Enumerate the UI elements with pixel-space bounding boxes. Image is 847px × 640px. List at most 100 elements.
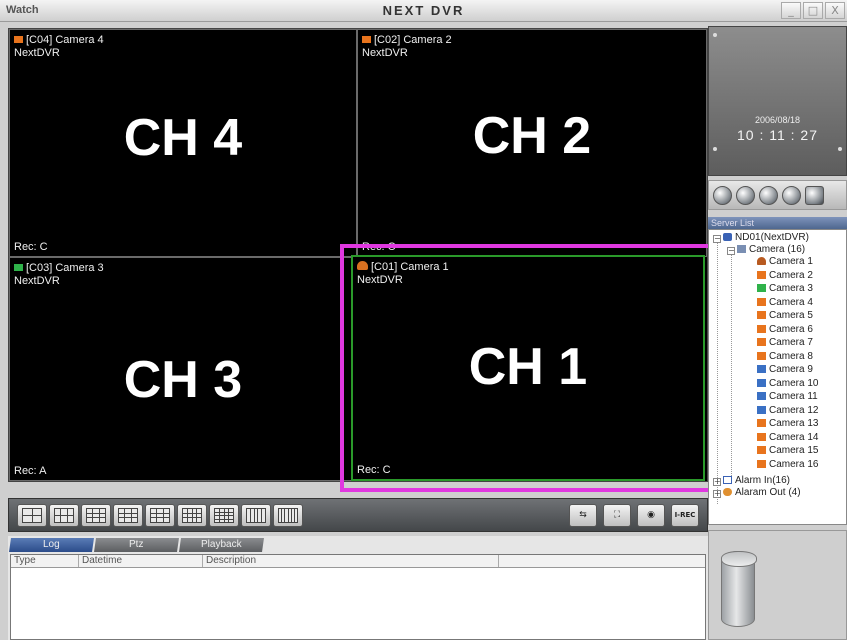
tab-label: Playback <box>201 539 242 550</box>
tree-line <box>731 254 732 480</box>
search-icon[interactable] <box>713 185 732 205</box>
video-cell-ch2[interactable]: [C02] Camera 2 NextDVR CH 2 Rec: C <box>357 29 707 257</box>
tree-node-camera[interactable]: Camera 10 <box>757 377 819 390</box>
tree-node-camera[interactable]: Camera 9 <box>757 365 813 376</box>
camera-icon <box>757 257 766 265</box>
tree-node-camera-group[interactable]: − Camera (16) <box>727 245 805 256</box>
layout-25-button[interactable] <box>273 504 303 527</box>
video-grid: [C04] Camera 4 NextDVR CH 4 Rec: C [C02]… <box>8 28 708 482</box>
camera-icon <box>757 311 766 319</box>
server-tree[interactable]: − ND01(NextDVR) − Camera (16) Camera 1 Came… <box>708 229 847 525</box>
tree-node-camera[interactable]: Camera 14 <box>757 431 819 444</box>
column-header-description[interactable]: Description <box>203 555 499 567</box>
log-table[interactable]: Type Datetime Description <box>10 554 706 640</box>
tree-node-label: Camera 11 <box>769 391 818 402</box>
camera-label: [C01] Camera 1 NextDVR <box>357 261 449 287</box>
tree-node-server[interactable]: − ND01(NextDVR) <box>713 233 809 244</box>
clock-time: 10 : 11 : 27 <box>736 127 818 143</box>
tree-node-camera[interactable]: Camera 3 <box>757 284 813 295</box>
camera-icon <box>757 297 766 306</box>
layout-9-button[interactable] <box>145 504 175 527</box>
tree-node-camera[interactable]: Camera 11 <box>757 392 818 403</box>
camera-group-icon <box>737 245 746 253</box>
column-header-datetime[interactable]: Datetime <box>79 555 203 567</box>
setup-icon[interactable] <box>736 185 755 205</box>
tree-node-camera[interactable]: Camera 4 <box>757 296 813 309</box>
video-cell-ch3[interactable]: [C03] Camera 3 NextDVR CH 3 Rec: A <box>9 257 357 481</box>
layout-16-button[interactable] <box>241 504 271 527</box>
layout-10-button[interactable] <box>177 504 207 527</box>
camera-icon <box>14 36 23 43</box>
tree-node-alarm-out[interactable]: + Alaram Out (4) <box>713 488 801 499</box>
backup-icon[interactable] <box>759 185 778 205</box>
dvr-window: Watch NEXT DVR _ □ X [C04] Camera 4 Next… <box>0 0 847 640</box>
recycle-bin-panel <box>708 530 847 640</box>
camera-label: [C04] Camera 4 NextDVR <box>14 34 104 60</box>
minimize-button[interactable]: _ <box>781 2 801 19</box>
instant-rec-button[interactable]: I-REC <box>671 504 699 527</box>
expand-icon[interactable]: + <box>713 478 721 486</box>
camera-name: [C02] Camera 2 <box>374 34 452 46</box>
rec-status: Rec: C <box>362 241 396 253</box>
camera-label: [C03] Camera 3 NextDVR <box>14 262 104 288</box>
layout-6-button[interactable] <box>81 504 111 527</box>
expand-icon[interactable]: + <box>713 490 721 498</box>
server-name: NextDVR <box>14 275 60 287</box>
tree-node-camera[interactable]: Camera 1 <box>757 257 813 268</box>
tree-node-camera[interactable]: Camera 7 <box>757 338 813 349</box>
tree-node-camera[interactable]: Camera 6 <box>757 324 813 336</box>
camera-label: [C02] Camera 2 NextDVR <box>362 34 452 60</box>
tab-log[interactable]: Log <box>9 538 94 552</box>
tree-node-label: Camera 4 <box>769 296 813 308</box>
camera-icon <box>757 324 766 333</box>
collapse-icon[interactable]: − <box>713 235 721 243</box>
tree-node-label: Alarm In(16) <box>735 475 791 486</box>
column-header-type[interactable]: Type <box>11 555 79 567</box>
ptz-button[interactable]: ◉ <box>637 504 665 527</box>
channel-label: CH 1 <box>468 338 588 396</box>
tree-node-camera[interactable]: Camera 5 <box>757 311 813 322</box>
layout-1x1-button[interactable] <box>17 504 47 527</box>
server-name: NextDVR <box>362 47 408 59</box>
tree-node-alarm-in[interactable]: + Alarm In(16) <box>713 476 790 487</box>
screw-dot <box>838 147 842 151</box>
fullscreen-button[interactable]: ⛶ <box>603 504 631 527</box>
trash-icon[interactable] <box>721 551 757 627</box>
collapse-icon[interactable]: − <box>727 247 735 255</box>
tree-line <box>717 242 718 504</box>
camera-icon <box>757 419 766 427</box>
dome-camera-icon <box>357 261 368 270</box>
camera-icon <box>757 446 766 454</box>
tree-node-camera[interactable]: Camera 12 <box>757 405 818 417</box>
tree-node-camera[interactable]: Camera 13 <box>757 419 818 430</box>
menu-icon[interactable] <box>805 185 824 205</box>
layout-4-button[interactable] <box>49 504 79 527</box>
tree-node-camera[interactable]: Camera 16 <box>757 459 818 471</box>
camera-name: [C03] Camera 3 <box>26 262 104 274</box>
tree-node-label: Camera 14 <box>769 431 819 443</box>
tree-node-label: Camera 3 <box>769 283 813 294</box>
video-cell-ch1[interactable]: [C01] Camera 1 NextDVR CH 1 Rec: C <box>351 255 705 481</box>
tree-node-label: Camera 10 <box>769 377 819 389</box>
layout-8-button[interactable] <box>113 504 143 527</box>
tab-ptz[interactable]: Ptz <box>94 538 179 552</box>
column-header-empty <box>499 555 705 567</box>
log-table-header: Type Datetime Description <box>11 555 705 568</box>
window-controls: _ □ X <box>781 2 845 19</box>
sequence-button[interactable]: ⇆ <box>569 504 597 527</box>
server-name: NextDVR <box>357 274 403 286</box>
camera-icon <box>757 270 766 279</box>
tree-node-camera[interactable]: Camera 8 <box>757 350 813 363</box>
config-icon[interactable] <box>782 185 801 205</box>
camera-icon <box>757 392 766 400</box>
camera-icon <box>757 378 766 387</box>
tree-node-camera[interactable]: Camera 2 <box>757 270 813 282</box>
tree-node-camera[interactable]: Camera 15 <box>757 446 818 457</box>
tree-node-label: Camera 8 <box>769 350 813 362</box>
layout-buttons <box>17 504 303 527</box>
maximize-button[interactable]: □ <box>803 2 823 19</box>
video-cell-ch4[interactable]: [C04] Camera 4 NextDVR CH 4 Rec: C <box>9 29 357 257</box>
layout-13-button[interactable] <box>209 504 239 527</box>
close-button[interactable]: X <box>825 2 845 19</box>
tab-playback[interactable]: Playback <box>179 538 264 552</box>
